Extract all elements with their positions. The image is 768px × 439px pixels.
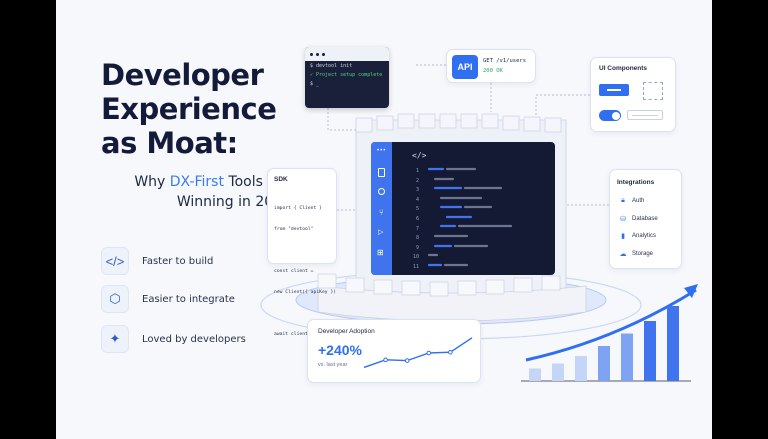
integration-item: ☁ Storage [618,250,654,258]
terminal-line: ✓ Project setup complete [310,72,383,78]
sample-button [599,84,629,96]
headline: Developer Experience as Moat: [101,58,277,160]
code-lines [427,167,513,267]
code-line: from "devtool" [274,227,314,232]
terminal-line: $ _ [310,81,320,87]
subtitle-prefix: Why [134,174,170,190]
code-icon: </> [101,247,129,275]
growth-bar [552,363,564,381]
cloud-icon: ☁ [619,251,627,258]
terminal-titlebar [305,47,389,61]
benefit-label: Easier to integrate [142,293,235,305]
terminal-window: $ devtool init ✓ Project setup complete … [305,47,389,108]
benefit-faster: </> Faster to build [101,247,213,275]
benefit-label: Loved by developers [142,333,246,345]
benefit-label: Faster to build [142,255,214,267]
adoption-trend [363,337,473,369]
sample-checkbox [643,82,663,100]
sample-input [627,110,663,120]
sdk-title: SDK [274,176,288,183]
trend-point [448,349,453,355]
adoption-caption: vs. last year [318,362,348,368]
analytics-icon: ▮ [621,233,625,240]
database-icon: ⛁ [620,216,626,223]
sdk-card: SDK import { Client } from "devtool" con… [267,168,345,337]
integrations-title: Integrations [617,179,655,186]
benefit-integrate: ⬡ Easier to integrate [101,285,235,313]
code-line: import { Client } [274,206,322,211]
growth-bar [667,306,679,381]
integration-item: ▮ Analytics [618,232,656,240]
adoption-card: Developer Adoption +240% vs. last year [307,319,481,383]
sparkle-icon: ✦ [101,325,129,353]
api-card: API GET /v1/users 200 OK [446,49,536,83]
subheadline: Why DX-First Tools Are Winning in 2026 [101,172,291,212]
lock-icon: 🔒︎ [621,197,625,204]
integrations-card: Integrations 🔒︎ Auth ⛁ Database ▮ Analytics… [609,169,682,269]
trend-line [363,337,473,369]
ui-components-card: UI Components [590,57,676,132]
integration-label: Auth [632,198,645,204]
growth-bar [529,368,541,381]
integration-item: ⛁ Database [618,215,658,223]
growth-bar [621,333,633,381]
infographic: Developer Experience as Moat: Why DX-Fir… [56,0,712,439]
code-editor: ••• ⑂ ▷ ⊞ </> 1 2 3 4 5 6 7 8 9 10 11 [371,142,555,275]
integration-label: Analytics [632,233,657,239]
integration-label: Storage [632,251,654,257]
growth-bar [598,346,610,381]
trend-point [383,357,388,363]
trend-point [426,350,432,356]
ui-components-title: UI Components [599,65,648,72]
api-status: 200 OK [483,68,503,74]
api-request: GET /v1/users [483,58,527,64]
integration-label: Database [632,216,658,222]
toggle-icon [599,110,621,121]
api-badge: API [452,55,478,79]
terminal-line: $ devtool init [310,63,353,69]
code-line: new Client({ apiKey }) [274,290,337,295]
adoption-value: +240% [318,342,362,358]
benefit-loved: ✦ Loved by developers [101,325,246,353]
code-line: const client = [274,269,314,274]
cube-icon: ⬡ [101,285,129,313]
growth-bar [644,321,656,381]
trend-point [404,358,410,363]
integration-item: 🔒︎ Auth [618,197,644,205]
growth-bar [575,356,587,381]
subtitle-highlight: DX-First [169,174,224,190]
